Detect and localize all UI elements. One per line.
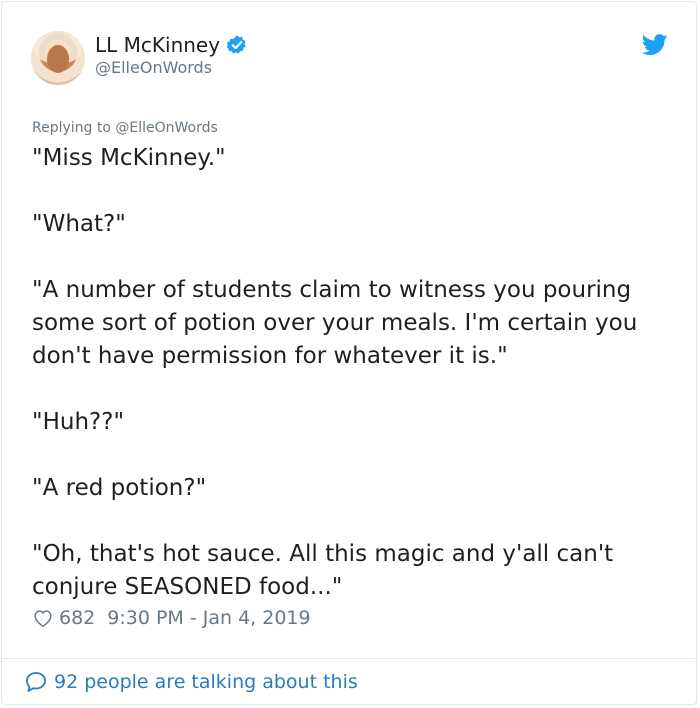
speech-bubble-icon: [26, 672, 46, 692]
author-name-row: LL McKinney: [95, 33, 248, 57]
tweet-meta: 682 9:30 PM - Jan 4, 2019: [32, 607, 311, 629]
tweet-paragraph: "Miss McKinney.": [32, 145, 226, 171]
tweet-paragraph: "Oh, that's hot sauce. All this magic an…: [32, 541, 614, 600]
divider: [1, 658, 695, 659]
twitter-bird-icon[interactable]: [642, 34, 668, 56]
avatar[interactable]: [31, 31, 85, 85]
talking-count-text[interactable]: 92 people are talking about this: [54, 671, 358, 693]
tweet-paragraph: "What?": [32, 211, 126, 237]
tweet-paragraph: "A red potion?": [32, 475, 207, 501]
conversation-link[interactable]: 92 people are talking about this: [24, 670, 358, 694]
author-handle[interactable]: @ElleOnWords: [95, 58, 212, 77]
like-count[interactable]: 682: [59, 607, 95, 629]
avatar-face: [47, 45, 69, 73]
verified-badge-icon: [226, 35, 246, 54]
heart-icon[interactable]: [32, 607, 54, 629]
tweet-timestamp[interactable]: 9:30 PM - Jan 4, 2019: [107, 607, 310, 629]
tweet-paragraph: "Huh??": [32, 409, 125, 435]
tweet-paragraph: "A number of students claim to witness y…: [32, 277, 638, 369]
reply-context[interactable]: Replying to @ElleOnWords: [32, 120, 218, 136]
tweet-text: "Miss McKinney." "What?" "A number of st…: [32, 142, 682, 604]
author-name[interactable]: LL McKinney: [95, 33, 220, 57]
